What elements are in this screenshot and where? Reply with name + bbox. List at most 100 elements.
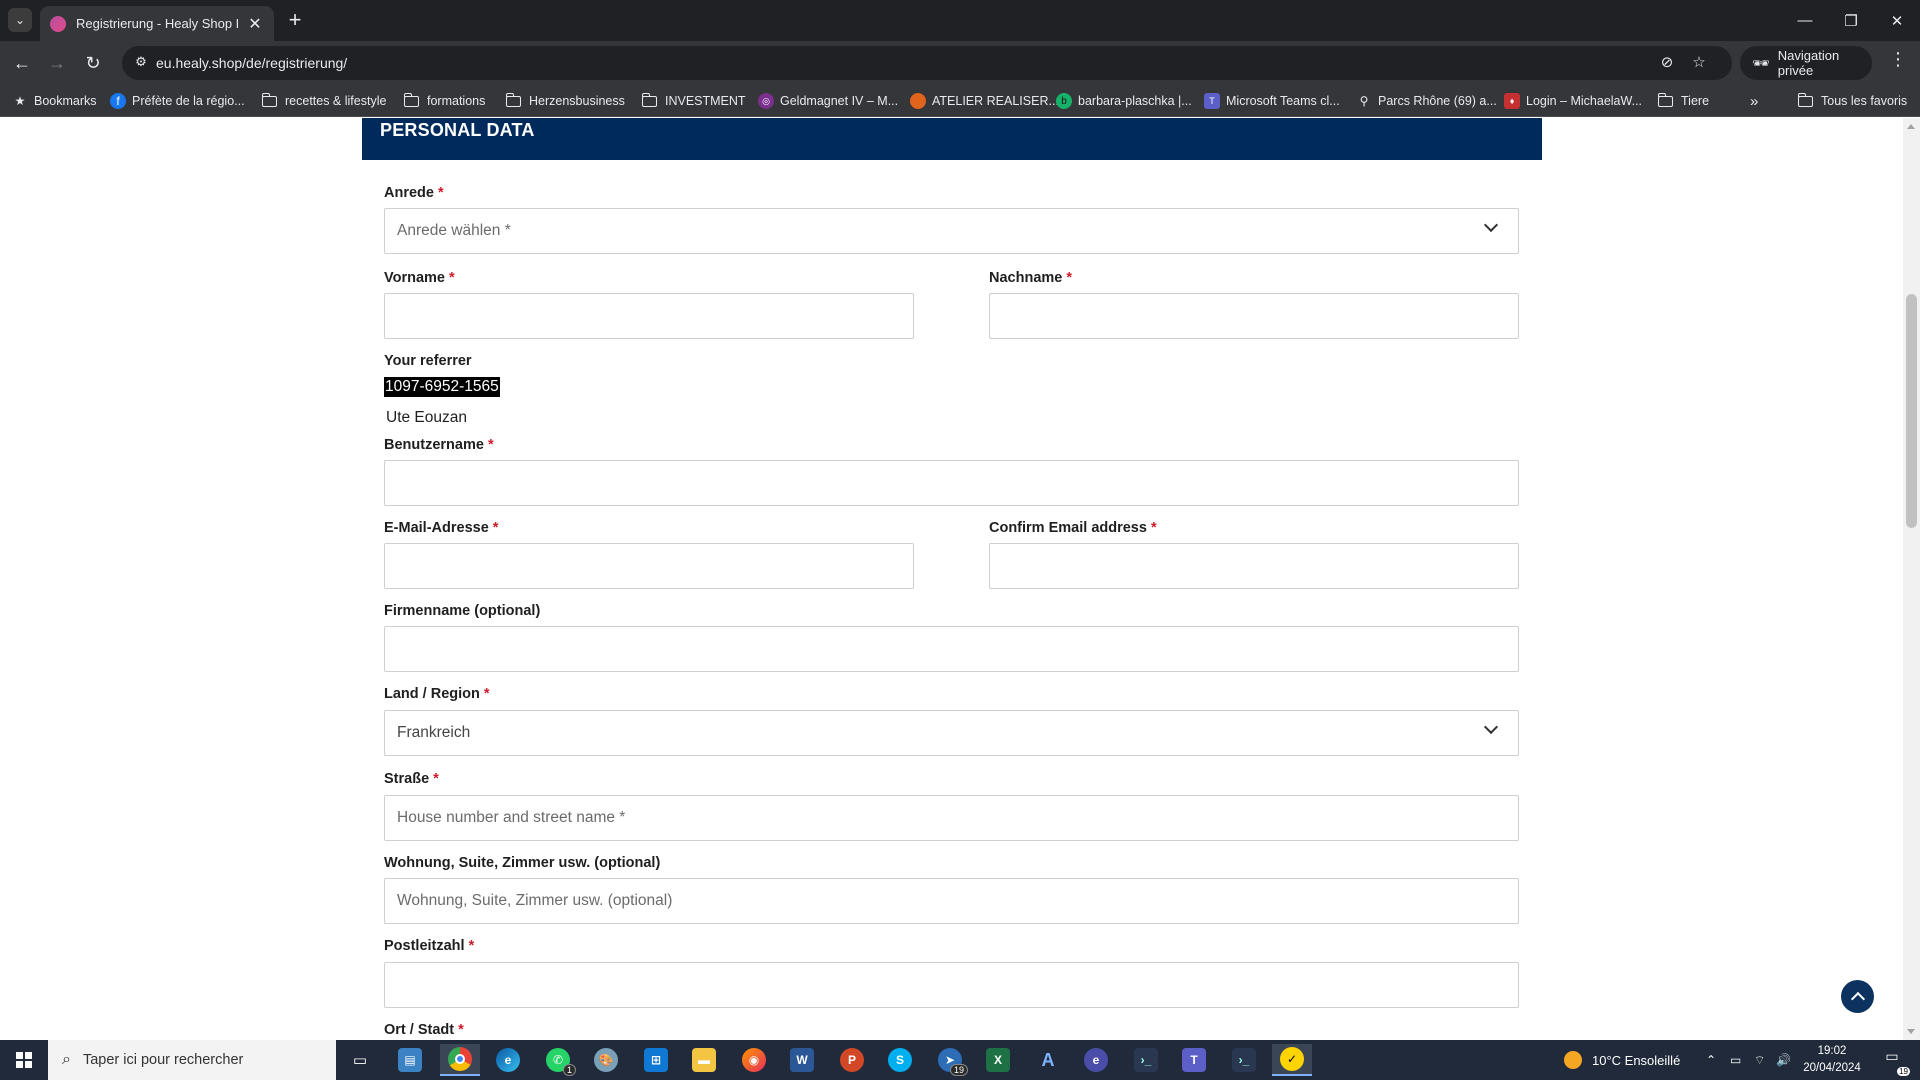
powershell-icon[interactable]: ›_	[1126, 1044, 1166, 1076]
search-icon: ⌕	[62, 1051, 71, 1068]
tab-search-button[interactable]: ⌄	[8, 8, 32, 32]
url-text[interactable]: eu.healy.shop/de/registrierung/	[156, 55, 347, 71]
site-info-icon[interactable]: ⚙	[132, 54, 150, 72]
tab-close-icon[interactable]: ✕	[246, 14, 264, 34]
facebook-icon: f	[110, 93, 126, 109]
bookmark-item[interactable]: ◎ Geldmagnet IV – M...	[758, 91, 898, 111]
edge-dev-icon[interactable]: e	[1076, 1044, 1116, 1076]
scroll-down-arrow-icon[interactable]	[1907, 1029, 1915, 1034]
nachname-input[interactable]	[989, 293, 1519, 339]
meet-now-icon[interactable]: ▭	[1730, 1040, 1741, 1080]
telegram-app-icon[interactable]: ➤ 19	[930, 1044, 970, 1076]
firmenname-input[interactable]	[384, 626, 1519, 672]
taskbar-search[interactable]: ⌕ Taper ici pour rechercher	[48, 1040, 336, 1080]
skype-icon[interactable]: S	[880, 1044, 920, 1076]
word-icon[interactable]: W	[782, 1044, 822, 1076]
network-icon[interactable]: ⌔	[1754, 1040, 1765, 1080]
bookmark-item[interactable]: ⚲ Parcs Rhône (69) a...	[1356, 91, 1497, 111]
powerpoint-icon[interactable]: P	[832, 1044, 872, 1076]
chevron-up-icon	[1850, 991, 1865, 1007]
benutzername-input[interactable]	[384, 460, 1519, 506]
anrede-placeholder: Anrede wählen *	[397, 222, 511, 239]
edge-icon[interactable]: e	[488, 1044, 528, 1076]
forward-button[interactable]: →	[42, 48, 72, 78]
bookmark-item[interactable]: b barbara-plaschka |...	[1056, 91, 1192, 111]
sun-icon	[1564, 1051, 1582, 1069]
bookmark-item[interactable]: INVESTMENT	[641, 91, 746, 111]
whatsapp-icon[interactable]: ✆ 1	[538, 1044, 578, 1076]
clock-time: 19:02	[1817, 1045, 1847, 1057]
chrome-icon[interactable]	[440, 1044, 480, 1076]
firefox-icon[interactable]: ◉	[734, 1044, 774, 1076]
font-app-icon[interactable]: A	[1028, 1044, 1068, 1076]
eye-off-icon[interactable]: ⊘	[1656, 53, 1678, 75]
bookmarks-overflow-icon[interactable]: »	[1750, 91, 1758, 111]
bookmark-item[interactable]: f Préfète de la régio...	[110, 91, 245, 111]
bookmark-item[interactable]: Herzensbusiness	[505, 91, 625, 111]
chevron-down-icon	[1483, 719, 1499, 735]
notification-center-icon[interactable]: ▭ 19	[1880, 1048, 1910, 1076]
volume-icon[interactable]: 🔊	[1776, 1040, 1791, 1080]
restore-button[interactable]: ❐	[1828, 0, 1874, 41]
minimize-button[interactable]: —	[1782, 0, 1828, 41]
anrede-select[interactable]: Anrede wählen *	[384, 208, 1519, 254]
page-viewport: PERSONAL DATA Anrede * Anrede wählen * V…	[0, 118, 1903, 1040]
task-view-icon[interactable]: ▭	[340, 1044, 380, 1076]
bookmark-star-icon[interactable]: ☆	[1688, 53, 1710, 75]
bookmark-item[interactable]: formations	[403, 91, 485, 111]
scroll-to-top-button[interactable]	[1841, 980, 1874, 1013]
folder-icon	[641, 92, 657, 107]
store-icon[interactable]: ⊞	[636, 1044, 676, 1076]
section-title: PERSONAL DATA	[380, 120, 535, 140]
file-explorer-icon[interactable]: ▬	[684, 1044, 724, 1076]
scroll-up-arrow-icon[interactable]	[1907, 124, 1915, 129]
reload-button[interactable]: ↻	[78, 48, 108, 78]
folder-icon	[1797, 92, 1813, 107]
paint-app-icon[interactable]: 🎨	[586, 1044, 626, 1076]
terminal-icon[interactable]: ›_	[1224, 1044, 1264, 1076]
browser-menu-icon[interactable]: ⋮	[1884, 49, 1912, 77]
postleitzahl-input[interactable]	[384, 962, 1519, 1008]
clock[interactable]: 19:02 20/04/2024	[1796, 1043, 1868, 1077]
site-icon	[910, 93, 926, 109]
browser-tab[interactable]: Registrierung - Healy Shop Eu ✕	[40, 6, 274, 41]
bookmark-item[interactable]: recettes & lifestyle	[261, 91, 386, 111]
vorname-input[interactable]	[384, 293, 914, 339]
tray-chevron-up-icon[interactable]: ⌃	[1706, 1040, 1716, 1080]
teams-icon[interactable]: T	[1174, 1044, 1214, 1076]
bookmark-item[interactable]: ♦ Login – MichaelaW...	[1504, 91, 1642, 111]
start-button[interactable]	[0, 1040, 48, 1080]
windows-logo-icon	[16, 1052, 32, 1068]
bookmark-item[interactable]: ATELIER REALISER...	[910, 91, 1059, 111]
strasse-label: Straße *	[384, 771, 439, 787]
confirm-email-input[interactable]	[989, 543, 1519, 589]
incognito-icon: 🕶	[1752, 54, 1770, 71]
norton-icon[interactable]: ✓	[1272, 1044, 1312, 1076]
bookmark-item[interactable]: Tiere	[1657, 91, 1709, 111]
site-icon: ♦	[1504, 93, 1520, 109]
wohnung-input[interactable]: Wohnung, Suite, Zimmer usw. (optional)	[384, 878, 1519, 924]
benutzername-label: Benutzername *	[384, 437, 494, 453]
weather-widget[interactable]: 10°C Ensoleillé	[1564, 1040, 1680, 1080]
firmenname-label: Firmenname (optional)	[384, 603, 541, 619]
bookmark-item[interactable]: T Microsoft Teams cl...	[1204, 91, 1340, 111]
referrer-label: Your referrer	[384, 353, 472, 369]
bookmark-item[interactable]: ★ Bookmarks	[12, 91, 97, 111]
scrollbar-thumb[interactable]	[1906, 294, 1917, 528]
section-header: PERSONAL DATA	[362, 118, 1542, 160]
incognito-indicator[interactable]: 🕶 Navigation privée	[1740, 46, 1872, 80]
back-button[interactable]: ←	[7, 48, 37, 78]
strasse-input[interactable]: House number and street name *	[384, 795, 1519, 841]
page-scrollbar[interactable]	[1903, 118, 1920, 1040]
land-select[interactable]: Frankreich	[384, 710, 1519, 756]
all-bookmarks[interactable]: Tous les favoris	[1797, 91, 1907, 111]
wohnung-placeholder: Wohnung, Suite, Zimmer usw. (optional)	[397, 892, 673, 909]
tab-strip: ⌄ Registrierung - Healy Shop Eu ✕ + — ❐ …	[0, 0, 1920, 41]
site-icon: b	[1056, 93, 1072, 109]
excel-icon[interactable]: X	[978, 1044, 1018, 1076]
email-input[interactable]	[384, 543, 914, 589]
close-window-button[interactable]: ✕	[1874, 0, 1920, 41]
address-bar[interactable]: ⚙ eu.healy.shop/de/registrierung/ ⊘ ☆	[122, 46, 1732, 80]
new-tab-button[interactable]: +	[282, 8, 308, 34]
news-app-icon[interactable]: ▤	[390, 1044, 430, 1076]
